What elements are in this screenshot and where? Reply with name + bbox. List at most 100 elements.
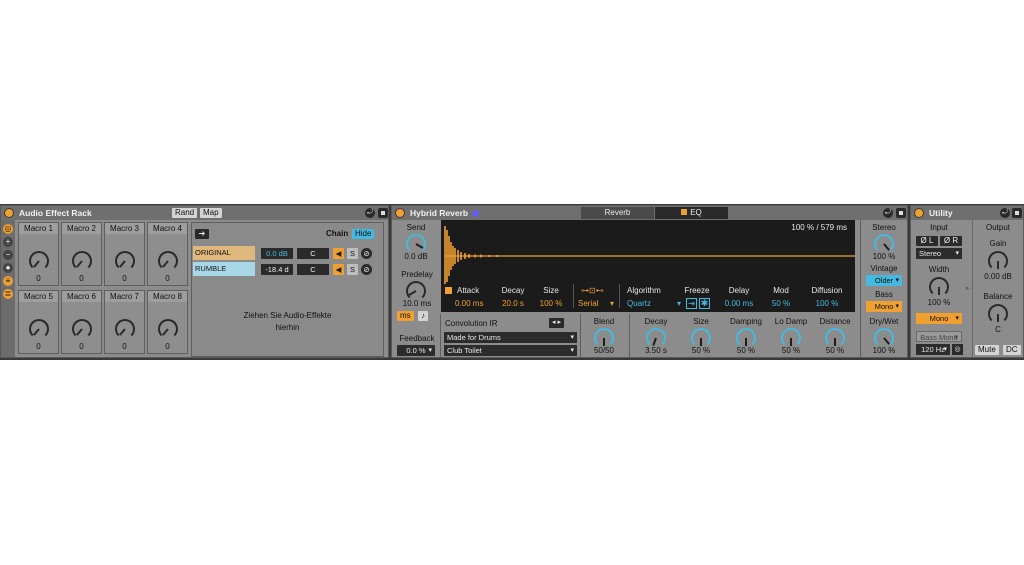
macro-label: Macro 7 (105, 291, 144, 302)
lo-damp-knob[interactable] (781, 328, 801, 348)
damping-knob[interactable] (736, 328, 756, 348)
diffusion-value[interactable]: 100 % (805, 299, 849, 308)
chain-volume[interactable]: 0.0 dB (261, 248, 293, 259)
decay-value[interactable]: 20.0 s (495, 299, 531, 308)
bass-mono-frequency[interactable]: 120 Hz (916, 344, 950, 355)
predelay-knob[interactable] (406, 281, 426, 301)
reverb-display[interactable]: 100 % / 579 ms Attack 0.00 ms Decay 20.0… (441, 220, 855, 312)
reverb-hotswap-icon[interactable]: ⤾ (883, 208, 893, 218)
stereo-knob[interactable] (874, 234, 894, 254)
chain-activator-icon[interactable]: ◀ (333, 248, 344, 259)
rack-titlebar[interactable]: Audio Effect Rack Rand Map ⤾ (1, 206, 388, 220)
show-macros-icon[interactable]: ◎ (3, 224, 13, 234)
bass-mono-button[interactable]: Bass Mono (916, 331, 962, 343)
reverb-titlebar[interactable]: Hybrid Reverb Reverb EQ ⤾ (392, 206, 907, 220)
macro-8[interactable]: Macro 8 0 (147, 290, 188, 354)
macro-1[interactable]: Macro 1 0 (18, 222, 59, 286)
macro-knob[interactable] (29, 251, 49, 271)
tab-eq[interactable]: EQ (655, 207, 728, 219)
rack-power-icon[interactable] (4, 208, 14, 218)
devices-icon[interactable]: ≣ (3, 289, 13, 299)
phase-left-button[interactable]: Ø L (916, 236, 938, 246)
freeze-button[interactable]: ✱ (699, 298, 710, 309)
bass-audition-icon[interactable]: ◎ (952, 344, 963, 355)
feedback-value[interactable]: 0.0 % (397, 345, 435, 356)
utility-save-icon[interactable] (1012, 208, 1022, 218)
send-knob[interactable] (406, 234, 426, 254)
macro-6[interactable]: Macro 6 0 (61, 290, 102, 354)
size-value[interactable]: 100 % (533, 299, 569, 308)
reverb-power-icon[interactable] (395, 208, 405, 218)
utility-titlebar[interactable]: Utility ⤾ (911, 206, 1023, 220)
attack-value[interactable]: 0.00 ms (455, 299, 483, 308)
macro-7[interactable]: Macro 7 0 (104, 290, 145, 354)
rand-button[interactable]: Rand (172, 208, 198, 218)
width-knob[interactable] (929, 277, 949, 297)
algorithm-select[interactable]: Quartz ▾ (627, 299, 681, 308)
chain-hotswap-icon[interactable]: ⊘ (361, 248, 372, 259)
algo-size-knob[interactable] (691, 328, 711, 348)
macro-knob[interactable] (158, 319, 178, 339)
chain-solo-button[interactable]: S (347, 264, 358, 275)
macro-knob[interactable] (115, 251, 135, 271)
chain-button[interactable]: Chain (323, 229, 352, 239)
rack-hotswap-icon[interactable]: ⤾ (365, 208, 375, 218)
add-macro-icon[interactable]: + (3, 237, 13, 247)
sync-note-button[interactable]: ♪ (418, 311, 428, 321)
utility-expand-icon[interactable]: ▸ (966, 284, 970, 292)
macro-4[interactable]: Macro 4 0 (147, 222, 188, 286)
delay-value[interactable]: 0.00 ms (719, 299, 759, 308)
reverb-info-icon[interactable] (472, 209, 480, 217)
utility-power-icon[interactable] (914, 208, 924, 218)
channel-mode-select[interactable]: Stereo (916, 248, 962, 259)
reverb-save-icon[interactable] (896, 208, 906, 218)
ms-button[interactable]: ms (397, 311, 414, 321)
chain-name[interactable]: ORIGINAL (193, 246, 255, 260)
chain-row-rumble[interactable]: RUMBLE -18.4 d C ◀ S ⊘ (193, 262, 382, 276)
chain-hotswap-icon[interactable]: ⊘ (361, 264, 372, 275)
ir-category-select[interactable]: Made for Drums (444, 332, 577, 343)
randomize-icon[interactable]: ● (3, 263, 13, 273)
routing-select[interactable]: Serial ▾ (578, 299, 614, 308)
chain-volume[interactable]: -18.4 d (261, 264, 293, 275)
chain-pan[interactable]: C (297, 264, 329, 275)
macro-knob[interactable] (72, 319, 92, 339)
macro-knob[interactable] (29, 319, 49, 339)
dry-wet-knob[interactable] (874, 328, 894, 348)
chain-row-original[interactable]: ORIGINAL 0.0 dB C ◀ S ⊘ (193, 246, 382, 260)
dc-button[interactable]: DC (1003, 345, 1021, 355)
chain-activator-icon[interactable]: ◀ (333, 264, 344, 275)
macro-knob[interactable] (158, 251, 178, 271)
chain-name[interactable]: RUMBLE (193, 262, 255, 276)
chain-arrow-button[interactable]: ➔ (195, 229, 209, 239)
chain-solo-button[interactable]: S (347, 248, 358, 259)
attack-toggle-icon[interactable] (445, 287, 452, 294)
phase-right-button[interactable]: Ø R (940, 236, 962, 246)
chain-pan[interactable]: C (297, 248, 329, 259)
macro-knob[interactable] (115, 319, 135, 339)
vintage-select[interactable]: Older (866, 275, 902, 286)
mono-button[interactable]: Mono (916, 313, 962, 324)
distance-knob[interactable] (825, 328, 845, 348)
macro-5[interactable]: Macro 5 0 (18, 290, 59, 354)
map-button[interactable]: Map (200, 208, 222, 218)
tab-reverb[interactable]: Reverb (581, 207, 654, 219)
gain-knob[interactable] (988, 251, 1008, 271)
macro-3[interactable]: Macro 3 0 (104, 222, 145, 286)
rack-save-icon[interactable] (378, 208, 388, 218)
ir-name-select[interactable]: Club Toilet (444, 345, 577, 356)
macro-2[interactable]: Macro 2 0 (61, 222, 102, 286)
macro-knob[interactable] (72, 251, 92, 271)
hide-button[interactable]: Hide (352, 229, 375, 239)
balance-knob[interactable] (988, 304, 1008, 324)
freeze-in-button[interactable]: ⇥ (686, 298, 697, 309)
mute-button[interactable]: Mute (975, 345, 999, 355)
ir-nav-buttons[interactable]: ◂ ▸ (549, 318, 564, 328)
bass-mono-toggle[interactable]: Mono (866, 301, 902, 312)
mod-value[interactable]: 50 % (763, 299, 799, 308)
blend-knob[interactable] (594, 328, 614, 348)
algo-decay-knob[interactable] (646, 328, 666, 348)
chain-list-icon[interactable]: ≡ (3, 276, 13, 286)
remove-macro-icon[interactable]: − (3, 250, 13, 260)
utility-hotswap-icon[interactable]: ⤾ (1000, 208, 1010, 218)
